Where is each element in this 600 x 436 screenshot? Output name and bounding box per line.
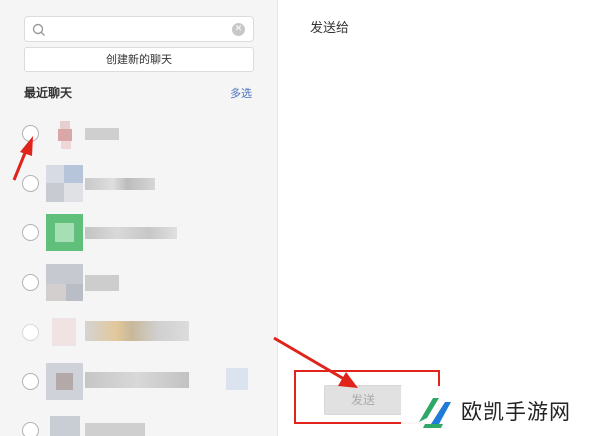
radio-icon[interactable] [22, 274, 39, 291]
avatar [46, 363, 83, 400]
radio-icon[interactable] [22, 125, 39, 142]
radio-icon[interactable] [22, 324, 39, 341]
clear-icon[interactable]: ✕ [232, 23, 245, 36]
search-icon [32, 23, 45, 36]
blurred-name [85, 321, 189, 341]
avatar [46, 314, 83, 351]
radio-icon[interactable] [22, 373, 39, 390]
avatar [46, 115, 83, 152]
recent-chats-title: 最近聊天 [24, 86, 73, 100]
create-new-chat-button[interactable]: 创建新的聊天 [24, 47, 254, 72]
avatar [46, 264, 83, 301]
avatar [46, 214, 83, 251]
list-item[interactable] [0, 360, 276, 404]
avatar [46, 165, 83, 202]
list-item[interactable] [0, 311, 276, 355]
watermark-logo-icon [419, 398, 451, 428]
radio-icon[interactable] [22, 175, 39, 192]
search-box[interactable]: ✕ [24, 16, 254, 42]
list-item[interactable] [0, 261, 276, 305]
blurred-name [85, 275, 119, 291]
radio-icon[interactable] [22, 422, 39, 436]
list-item[interactable] [0, 211, 276, 255]
blurred-name [85, 178, 155, 190]
list-item[interactable] [0, 409, 276, 436]
send-to-label: 发送给 [310, 21, 350, 36]
blurred-name [85, 372, 189, 388]
blurred-name [85, 227, 177, 239]
chat-sidebar: ✕ 创建新的聊天 最近聊天 多选 [0, 0, 278, 436]
avatar [46, 412, 83, 436]
multi-select-link[interactable]: 多选 [230, 85, 252, 101]
list-item[interactable] [0, 112, 276, 156]
list-item[interactable] [0, 162, 276, 206]
watermark-text: 欧凯手游网 [461, 400, 571, 424]
radio-icon[interactable] [22, 224, 39, 241]
blurred-tag [226, 368, 248, 390]
search-input[interactable] [51, 20, 227, 38]
blurred-name [85, 128, 119, 140]
blurred-name [85, 423, 145, 436]
watermark: 欧凯手游网 [401, 386, 600, 436]
